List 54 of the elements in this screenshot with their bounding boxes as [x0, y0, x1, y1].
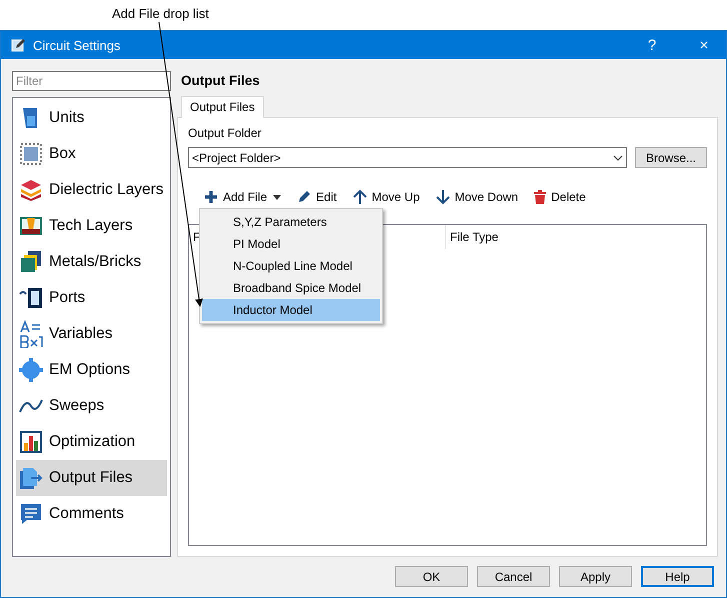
comment-icon — [19, 502, 43, 526]
callout-label: Add File drop list — [112, 6, 209, 21]
tab[interactable]: Output Files — [181, 96, 264, 118]
folder-dropdown[interactable]: <Project Folder> — [188, 147, 627, 168]
close-button[interactable]: × — [682, 31, 726, 59]
dialog-button[interactable]: Apply — [559, 566, 632, 587]
sidebar-item[interactable]: Sweeps — [16, 388, 167, 424]
sidebar-item[interactable]: Dielectric Layers — [16, 172, 167, 208]
filter-field[interactable]: Filter — [12, 71, 171, 91]
sidebar-item[interactable]: Units — [16, 100, 167, 136]
sidebar-item[interactable]: Box — [16, 136, 167, 172]
dialog-button[interactable]: OK — [395, 566, 468, 587]
toolbar-button[interactable]: Move Up — [352, 189, 420, 205]
sidebar-item[interactable]: Comments — [16, 496, 167, 532]
variables-icon — [19, 320, 43, 348]
browse-button[interactable]: Browse... — [634, 147, 707, 168]
menu-item[interactable]: PI Model — [202, 233, 380, 255]
field-label: Output Folder — [188, 126, 262, 142]
toolbar-button[interactable]: Move Down — [436, 189, 518, 205]
caret-icon[interactable] — [273, 194, 282, 200]
sidebar-item[interactable]: Tech Layers — [16, 208, 167, 244]
trash-icon — [534, 190, 546, 204]
dialog-button[interactable]: Help — [641, 566, 714, 587]
plus-icon — [204, 190, 218, 204]
gear-icon — [19, 358, 43, 382]
sidebar-item[interactable]: Variables — [16, 316, 167, 352]
menu-item[interactable]: Broadband Spice Model — [202, 277, 380, 299]
layers-icon — [19, 214, 43, 238]
menu-item[interactable]: Inductor Model — [202, 299, 380, 321]
sidebar-item[interactable]: Output Files — [16, 460, 167, 496]
pencil-sheet-icon — [11, 38, 25, 52]
dialog-button[interactable]: Cancel — [477, 566, 550, 587]
sidebar-item[interactable]: Optimization — [16, 424, 167, 460]
window-title: Circuit Settings — [33, 38, 122, 52]
sidebar-item[interactable]: EM Options — [16, 352, 167, 388]
sidebar-item[interactable]: Metals/Bricks — [16, 244, 167, 280]
toolbar-button[interactable]: Delete — [534, 190, 586, 204]
arrow-up-icon — [352, 189, 367, 205]
chevron-down-icon — [612, 154, 623, 160]
layers-icon — [19, 178, 43, 202]
menu-item[interactable]: S,Y,Z Parameters — [202, 211, 380, 233]
help-button[interactable]: ? — [630, 31, 674, 59]
toolbar-button[interactable]: Add File — [204, 190, 268, 204]
menu-item[interactable]: N-Coupled Line Model — [202, 255, 380, 277]
sidebar-item[interactable]: Ports — [16, 280, 167, 316]
arrow-down-icon — [436, 189, 450, 205]
pencil-icon — [297, 190, 312, 204]
bar-chart-icon — [19, 430, 43, 454]
toolbar-button[interactable]: Edit — [297, 190, 337, 204]
file-export-icon — [19, 466, 43, 490]
port-icon — [19, 286, 43, 310]
section-heading: Output Files — [181, 73, 261, 90]
column-header: File Type — [449, 229, 498, 246]
stacked-sheets-icon — [19, 250, 43, 274]
